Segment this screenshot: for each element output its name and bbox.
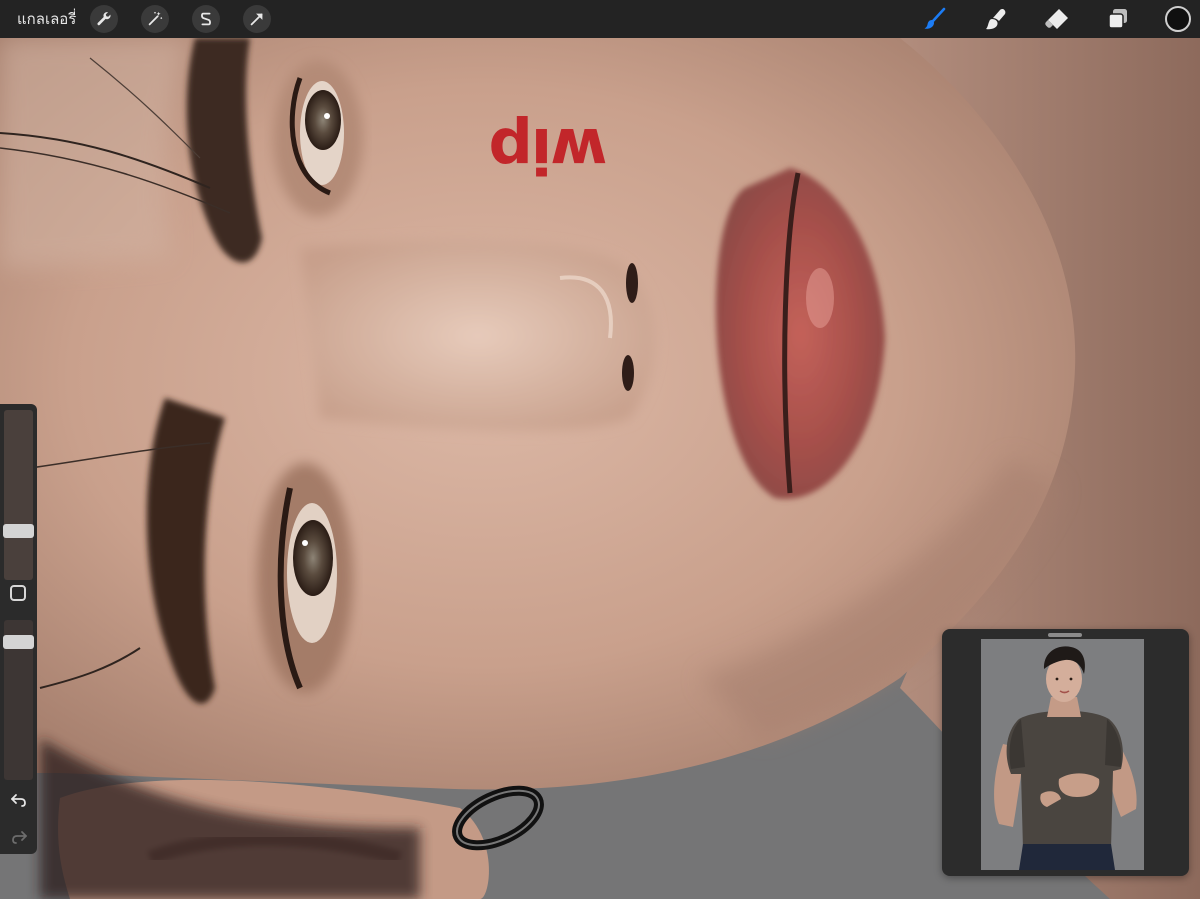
modify-button[interactable] — [10, 585, 26, 601]
actions-button[interactable] — [90, 5, 119, 33]
brush-size-thumb[interactable] — [3, 523, 34, 538]
tool-group — [891, 0, 1200, 38]
reference-window[interactable] — [942, 629, 1189, 876]
redo-button[interactable] — [8, 826, 30, 848]
gallery-button[interactable]: แกลเลอรี่ — [17, 7, 76, 31]
selection-s-icon — [201, 12, 212, 26]
procreate-app: wip แกลเลอรี่ — [0, 0, 1200, 899]
magic-wand-icon — [149, 11, 163, 26]
layers-tool-button[interactable] — [1101, 2, 1135, 36]
wip-annotation: wip — [490, 114, 608, 187]
layers-icon — [1108, 9, 1127, 29]
smudge-icon — [986, 9, 1006, 30]
top-toolbar: แกลเลอรี่ — [0, 0, 1200, 38]
selection-button[interactable] — [192, 5, 221, 33]
left-sidebar — [0, 404, 37, 854]
brush-tool-button[interactable] — [918, 2, 952, 36]
undo-button[interactable] — [8, 789, 30, 811]
color-picker-button[interactable] — [1165, 6, 1191, 32]
redo-icon — [12, 831, 27, 844]
reference-figure — [981, 639, 1144, 870]
brush-icon — [924, 7, 946, 29]
smudge-tool-button[interactable] — [979, 2, 1013, 36]
brush-opacity-thumb[interactable] — [3, 634, 34, 649]
reference-image — [981, 639, 1144, 870]
eraser-icon — [1045, 9, 1068, 29]
eraser-tool-button[interactable] — [1040, 2, 1074, 36]
brush-size-slider[interactable] — [4, 410, 33, 580]
undo-icon — [11, 794, 26, 807]
arrow-cursor-icon — [251, 13, 263, 26]
transform-button[interactable] — [243, 5, 272, 33]
adjustments-button[interactable] — [141, 5, 170, 33]
reference-drag-handle[interactable] — [1048, 633, 1082, 637]
wrench-icon — [97, 12, 111, 26]
